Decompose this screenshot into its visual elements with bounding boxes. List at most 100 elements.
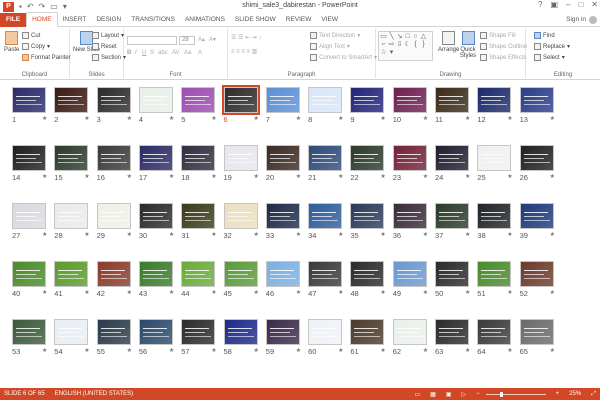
tab-insert[interactable]: INSERT bbox=[58, 13, 92, 27]
zoom-level[interactable]: 25% bbox=[569, 391, 581, 397]
slide-preview[interactable] bbox=[308, 261, 343, 287]
copy-button[interactable]: Copy ▾ bbox=[22, 43, 50, 50]
slide-preview[interactable] bbox=[519, 145, 554, 171]
slide-preview[interactable] bbox=[265, 319, 300, 345]
transition-star-icon[interactable]: ★ bbox=[423, 289, 428, 296]
slide-preview[interactable] bbox=[477, 319, 512, 345]
slide-thumbnail[interactable]: 40 ★ bbox=[12, 261, 56, 305]
slide-preview[interactable] bbox=[138, 319, 173, 345]
slide-preview[interactable] bbox=[519, 203, 554, 229]
slide-thumbnail[interactable]: 42 ★ bbox=[96, 261, 141, 305]
slide-thumbnail[interactable]: 3 ★ bbox=[96, 87, 141, 131]
bold-button[interactable]: B bbox=[127, 50, 131, 56]
slide-thumbnail[interactable]: 64 ★ bbox=[477, 319, 521, 363]
slide-thumbnail[interactable]: 20 ★ bbox=[265, 145, 310, 189]
slide-thumbnail[interactable]: 17 ★ bbox=[138, 145, 183, 189]
transition-star-icon[interactable]: ★ bbox=[42, 173, 47, 180]
italic-button[interactable]: I bbox=[135, 50, 137, 56]
tab-view[interactable]: VIEW bbox=[316, 13, 343, 27]
slide-preview[interactable] bbox=[223, 145, 258, 171]
slide-preview[interactable] bbox=[96, 87, 131, 113]
slide-thumbnail[interactable]: 12 ★ bbox=[477, 87, 521, 131]
slide-thumbnail[interactable]: 1 ★ bbox=[12, 87, 56, 131]
slide-preview[interactable] bbox=[308, 203, 343, 229]
transition-star-icon[interactable]: ★ bbox=[84, 347, 89, 354]
find-button[interactable]: Find bbox=[534, 32, 555, 39]
slide-preview[interactable] bbox=[96, 319, 131, 345]
slide-thumbnail[interactable]: 48 ★ bbox=[350, 261, 394, 305]
slide-thumbnail[interactable]: 38 ★ bbox=[477, 203, 521, 247]
transition-star-icon[interactable]: ★ bbox=[465, 173, 470, 180]
qat-dropdown-icon[interactable]: ▾ bbox=[63, 2, 67, 11]
minimize-icon[interactable]: – bbox=[566, 0, 570, 9]
tab-review[interactable]: REVIEW bbox=[281, 13, 317, 27]
slide-thumbnail[interactable]: 39 ★ bbox=[519, 203, 564, 247]
transition-star-icon[interactable]: ★ bbox=[550, 115, 555, 122]
transition-star-icon[interactable]: ★ bbox=[507, 173, 512, 180]
slide-preview[interactable] bbox=[265, 87, 300, 113]
transition-star-icon[interactable]: ★ bbox=[465, 289, 470, 296]
slide-preview[interactable] bbox=[308, 319, 343, 345]
transition-star-icon[interactable]: ★ bbox=[465, 115, 470, 122]
slide-thumbnail[interactable]: 46 ★ bbox=[265, 261, 310, 305]
slide-preview[interactable] bbox=[350, 261, 385, 287]
slide-preview[interactable] bbox=[12, 203, 46, 229]
shapes-more-icon[interactable]: ▾ bbox=[388, 49, 395, 56]
slide-preview[interactable] bbox=[435, 319, 469, 345]
slide-thumbnail[interactable]: 58 ★ bbox=[223, 319, 268, 363]
slide-thumbnail[interactable]: 65 ★ bbox=[519, 319, 564, 363]
slide-preview[interactable] bbox=[308, 145, 343, 171]
char-spacing-button[interactable]: AV bbox=[172, 50, 180, 56]
slide-thumbnail[interactable]: 41 ★ bbox=[54, 261, 98, 305]
slide-preview[interactable] bbox=[350, 145, 385, 171]
slide-thumbnail[interactable]: 10 ★ bbox=[392, 87, 437, 131]
slide-sorter-icon[interactable]: ▦ bbox=[430, 391, 436, 398]
slide-thumbnail[interactable]: 21 ★ bbox=[308, 145, 352, 189]
slide-thumbnail[interactable]: 56 ★ bbox=[138, 319, 183, 363]
slide-preview[interactable] bbox=[54, 145, 89, 171]
transition-star-icon[interactable]: ★ bbox=[42, 231, 47, 238]
slide-thumbnail[interactable]: 23 ★ bbox=[392, 145, 437, 189]
transition-star-icon[interactable]: ★ bbox=[254, 347, 259, 354]
slide-preview[interactable] bbox=[96, 203, 131, 229]
shape-curve-icon[interactable]: ☾ bbox=[404, 41, 411, 48]
slide-preview[interactable] bbox=[392, 261, 427, 287]
slide-thumbnail[interactable]: 34 ★ bbox=[308, 203, 352, 247]
align-text-button[interactable]: Align Text ▾ bbox=[310, 43, 350, 50]
transition-star-icon[interactable]: ★ bbox=[254, 173, 259, 180]
shape-uturn-icon[interactable]: ⇩ bbox=[396, 41, 403, 48]
slide-preview[interactable] bbox=[223, 319, 258, 345]
replace-button[interactable]: Replace ▾ bbox=[534, 43, 570, 50]
transition-star-icon[interactable]: ★ bbox=[169, 347, 174, 354]
transition-star-icon[interactable]: ★ bbox=[296, 231, 301, 238]
help-icon[interactable]: ? bbox=[538, 0, 542, 9]
shape-elbow-icon[interactable]: ⌐ bbox=[380, 41, 387, 48]
transition-star-icon[interactable]: ★ bbox=[84, 289, 89, 296]
slide-thumbnail[interactable]: 8 ★ bbox=[308, 87, 352, 131]
slide-preview[interactable] bbox=[12, 261, 46, 287]
slide-preview[interactable] bbox=[308, 87, 343, 113]
slide-thumbnail[interactable]: 11 ★ bbox=[435, 87, 479, 131]
transition-star-icon[interactable]: ★ bbox=[254, 289, 259, 296]
transition-star-icon[interactable]: ★ bbox=[550, 231, 555, 238]
quick-styles-button[interactable]: Quick Styles bbox=[460, 31, 476, 59]
zoom-slider[interactable] bbox=[485, 391, 546, 397]
transition-star-icon[interactable]: ★ bbox=[42, 347, 47, 354]
slide-thumbnail[interactable]: 33 ★ bbox=[265, 203, 310, 247]
slide-thumbnail[interactable]: 45 ★ bbox=[223, 261, 268, 305]
slide-preview[interactable] bbox=[54, 319, 89, 345]
shape-outline-button[interactable]: Shape Outline bbox=[480, 43, 527, 50]
font-color-button[interactable]: A bbox=[198, 50, 202, 56]
transition-star-icon[interactable]: ★ bbox=[127, 173, 132, 180]
slide-thumbnail[interactable]: 36 ★ bbox=[392, 203, 437, 247]
shape-triangle-icon[interactable]: △ bbox=[420, 33, 427, 40]
transition-star-icon[interactable]: ★ bbox=[42, 289, 47, 296]
slide-thumbnail[interactable]: 35 ★ bbox=[350, 203, 394, 247]
slide-preview[interactable] bbox=[12, 87, 46, 113]
transition-star-icon[interactable]: ★ bbox=[507, 289, 512, 296]
slide-thumbnail[interactable]: 27 ★ bbox=[12, 203, 56, 247]
slide-preview[interactable] bbox=[477, 203, 512, 229]
slide-thumbnail[interactable]: 29 ★ bbox=[96, 203, 141, 247]
transition-star-icon[interactable]: ★ bbox=[507, 347, 512, 354]
slide-thumbnail[interactable]: 53 ★ bbox=[12, 319, 56, 363]
